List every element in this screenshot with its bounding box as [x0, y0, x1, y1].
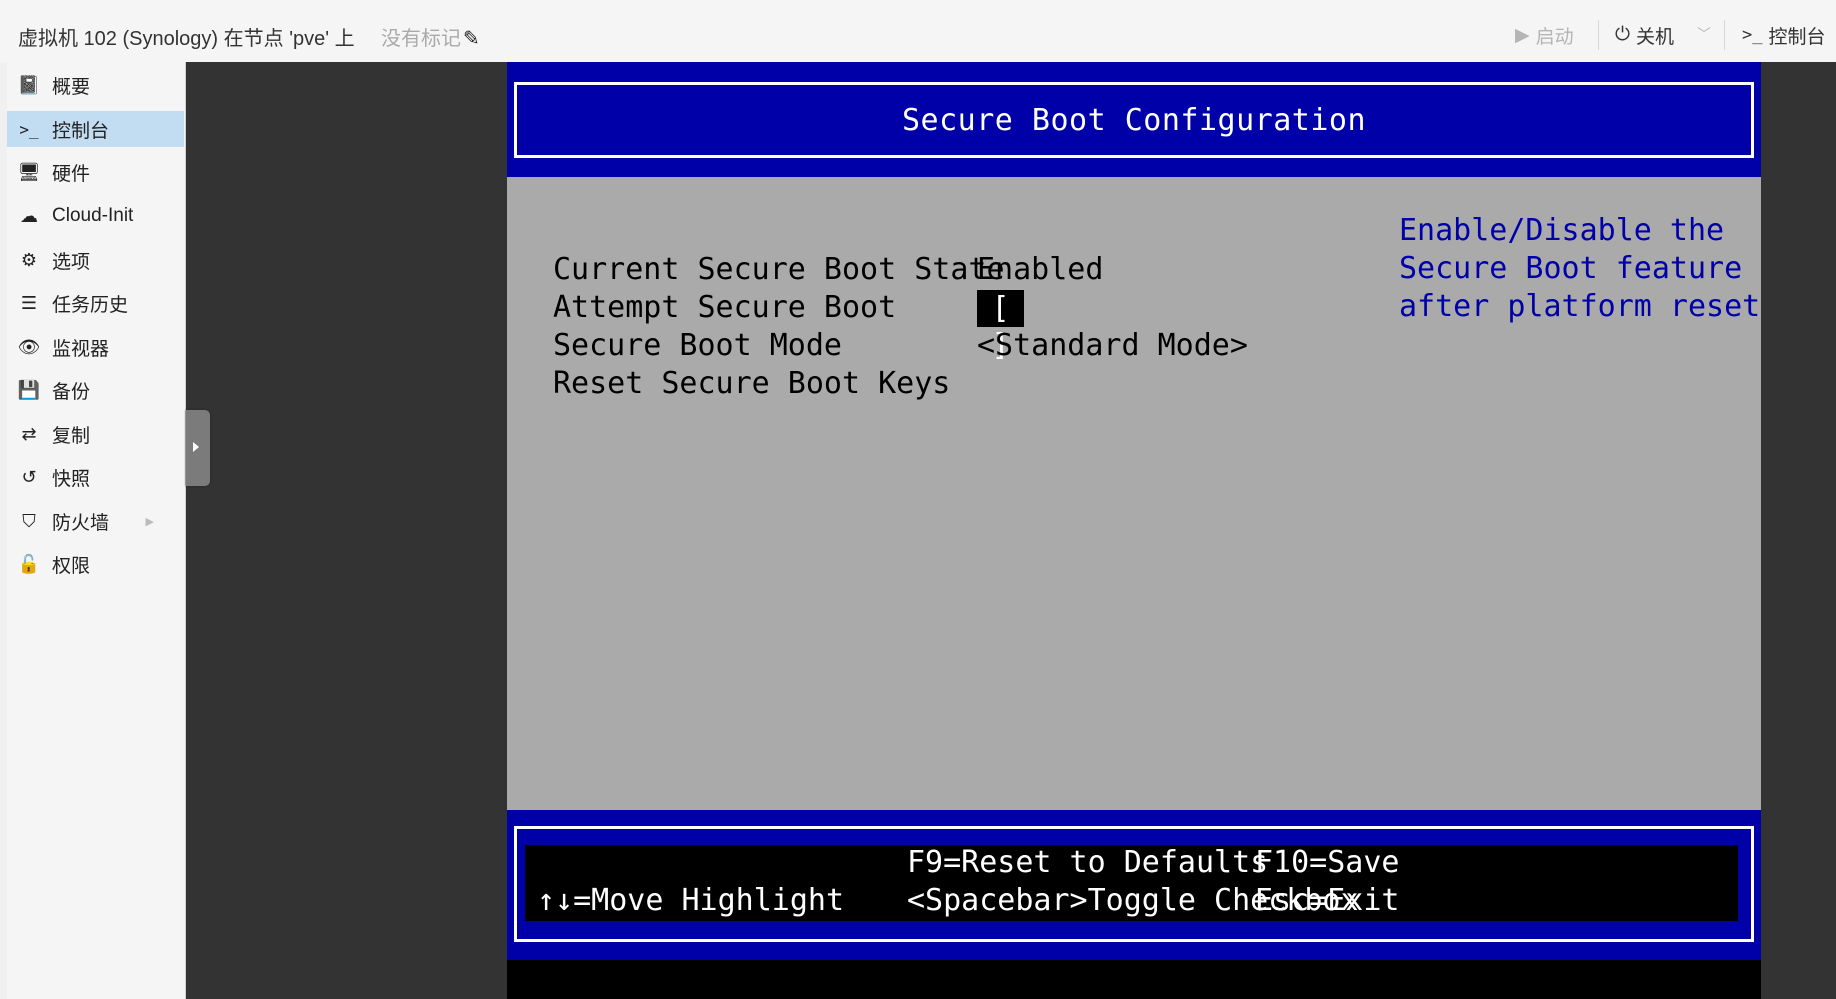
gear-icon: ⚙: [20, 249, 38, 270]
toolbar-separator: [1598, 20, 1599, 50]
pencil-icon[interactable]: ✎: [463, 28, 480, 50]
sidebar-item-label: 概要: [52, 76, 91, 98]
sidebar-item-label: 备份: [52, 381, 91, 403]
sidebar-edge: [0, 62, 7, 999]
sidebar-item-replication[interactable]: ⇄ 复制: [7, 416, 184, 452]
key-hint-esc: Esc=Exit: [1255, 883, 1400, 918]
sidebar-item-label: 硬件: [52, 163, 91, 185]
sidebar-item-task-history[interactable]: ☰ 任务历史: [7, 285, 184, 321]
bios-value-current-state: Enabled: [977, 252, 1104, 287]
sidebar-item-snapshots[interactable]: ↺ 快照: [7, 459, 184, 495]
tags-edit[interactable]: 没有标记 ✎: [381, 22, 480, 51]
sidebar-item-label: 快照: [52, 468, 91, 490]
start-button[interactable]: ▶ 启动: [1515, 20, 1574, 50]
sidebar-item-monitor[interactable]: 👁 监视器: [7, 329, 184, 365]
sidebar-item-label: 任务历史: [52, 294, 129, 316]
sidebar-item-label: 复制: [52, 425, 91, 447]
chevron-down-icon[interactable]: ﹀: [1697, 24, 1711, 44]
sidebar-item-label: 选项: [52, 251, 91, 273]
shutdown-label: 关机: [1636, 26, 1675, 48]
attempt-secure-boot-checkbox[interactable]: [ ]: [977, 290, 1024, 363]
bios-header: Secure Boot Configuration: [507, 62, 1761, 177]
bios-footer-frame: F9=Reset to Defaults F10=Save ↑↓=Move Hi…: [514, 826, 1754, 942]
shutdown-button[interactable]: ⏻ 关机: [1615, 20, 1674, 50]
book-icon: 📓: [17, 74, 41, 95]
cloud-icon: ☁: [20, 205, 38, 226]
sidebar-item-summary[interactable]: 📓 概要: [7, 67, 184, 103]
bios-screen[interactable]: Secure Boot Configuration Current Secure…: [507, 62, 1761, 999]
sidebar-item-console[interactable]: >_ 控制台: [7, 111, 184, 147]
sidebar-item-label: 权限: [52, 555, 91, 577]
list-icon: ☰: [20, 292, 38, 313]
bios-item-current-state: Current Secure Boot State: [553, 252, 1005, 287]
unlock-icon: 🔓: [17, 553, 41, 574]
bios-footer: F9=Reset to Defaults F10=Save ↑↓=Move Hi…: [507, 810, 1761, 960]
play-icon: ▶: [1515, 24, 1530, 46]
secure-boot-mode-select[interactable]: <Standard Mode>: [977, 328, 1248, 363]
sidebar: 📓 概要 >_ 控制台 🖥 硬件 ☁ Cloud-Init ⚙ 选项 ☰ 任务历…: [0, 62, 186, 999]
shield-icon: ⛉: [22, 510, 36, 531]
floppy-icon: 💾: [17, 379, 41, 400]
bios-item-attempt-secure-boot[interactable]: Attempt Secure Boot: [553, 290, 896, 325]
bios-item-reset-keys[interactable]: Reset Secure Boot Keys: [553, 366, 950, 401]
console-label: 控制台: [1768, 26, 1826, 48]
sidebar-item-label: 监视器: [52, 338, 110, 360]
sidebar-item-options[interactable]: ⚙ 选项: [7, 242, 184, 278]
terminal-icon: >_: [1742, 25, 1763, 45]
sidebar-item-hardware[interactable]: 🖥 硬件: [7, 154, 184, 190]
vm-title: 虚拟机 102 (Synology) 在节点 'pve' 上: [18, 28, 355, 50]
retweet-icon: ⇄: [21, 423, 37, 444]
tags-label: 没有标记: [381, 28, 461, 50]
bios-footer-keys: F9=Reset to Defaults F10=Save ↑↓=Move Hi…: [525, 845, 1738, 921]
top-toolbar: 虚拟机 102 (Synology) 在节点 'pve' 上 没有标记 ✎ ▶ 启…: [0, 0, 1836, 68]
monitor-icon: 🖥: [17, 161, 41, 182]
key-hint-move: ↑↓=Move Highlight: [537, 883, 845, 918]
sidebar-item-firewall[interactable]: ⛉ 防火墙 ▶: [7, 503, 184, 539]
sidebar-item-cloud-init[interactable]: ☁ Cloud-Init: [7, 198, 184, 234]
bios-title: Secure Boot Configuration: [901, 102, 1367, 138]
sidebar-item-label: Cloud-Init: [52, 205, 134, 226]
bios-item-secure-boot-mode[interactable]: Secure Boot Mode: [553, 328, 842, 363]
bios-bottom-bar: [507, 960, 1761, 999]
sidebar-item-backup[interactable]: 💾 备份: [7, 372, 184, 408]
sidebar-item-label: 防火墙: [52, 512, 110, 534]
expand-arrow-icon: [193, 442, 199, 452]
sidebar-item-label: 控制台: [52, 120, 110, 142]
sidebar-collapse-handle[interactable]: [186, 410, 210, 486]
bios-help-text: Enable/Disable the Secure Boot feature a…: [1399, 213, 1761, 324]
toolbar-separator: [1724, 20, 1725, 50]
key-hint-f10: F10=Save: [1255, 845, 1400, 880]
chevron-right-icon: ▶: [145, 515, 154, 528]
console-button[interactable]: >_ 控制台: [1742, 20, 1826, 50]
eye-icon: 👁: [17, 336, 41, 357]
terminal-icon: >_: [19, 119, 39, 139]
power-icon: ⏻: [1615, 24, 1631, 45]
history-icon: ↺: [21, 466, 37, 487]
start-label: 启动: [1535, 26, 1574, 48]
key-hint-f9: F9=Reset to Defaults: [907, 845, 1269, 880]
bios-title-frame: Secure Boot Configuration: [514, 82, 1754, 158]
sidebar-item-permissions[interactable]: 🔓 权限: [7, 546, 184, 582]
